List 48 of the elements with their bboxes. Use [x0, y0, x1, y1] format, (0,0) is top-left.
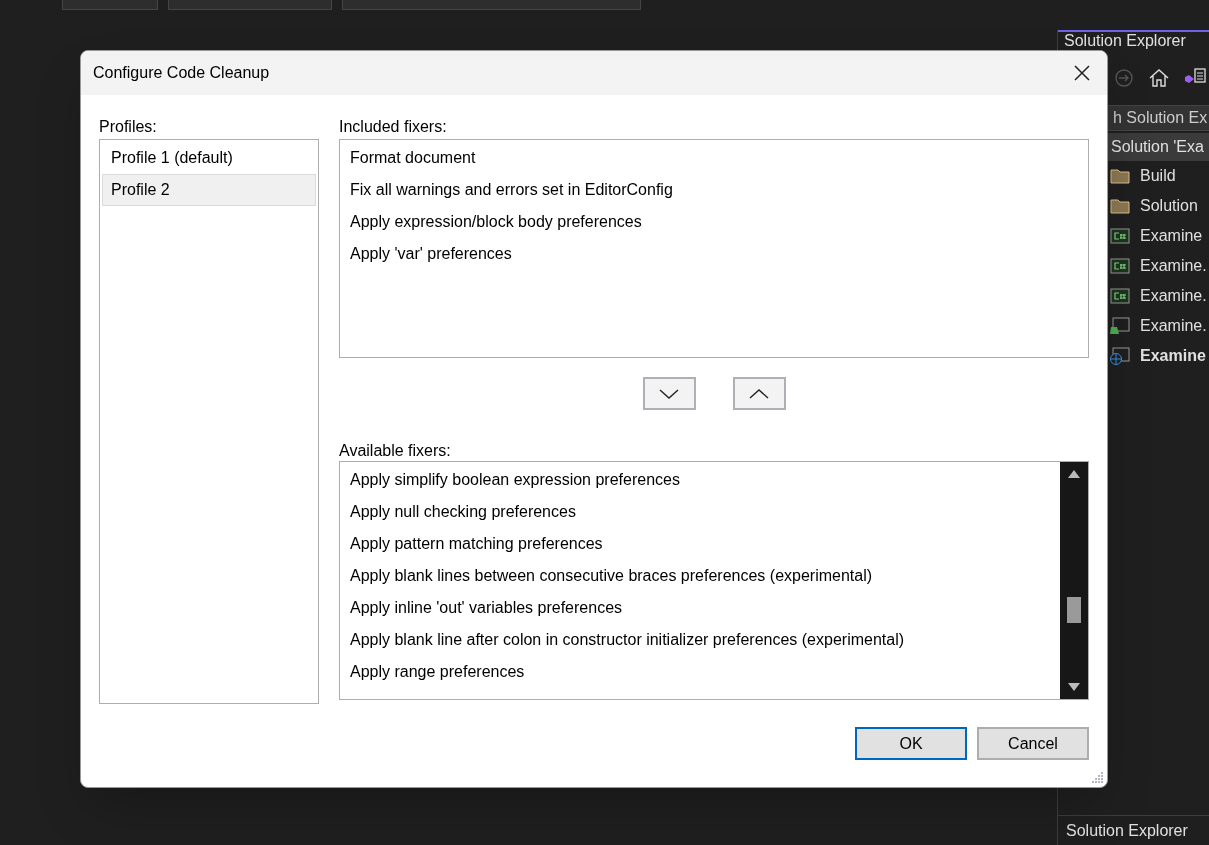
tree-item[interactable]: Examine: [1140, 224, 1203, 248]
fixer-item[interactable]: Apply simplify boolean expression preferences: [340, 464, 1060, 496]
chevron-up-icon: [749, 388, 769, 399]
tree-item[interactable]: Examine.: [1140, 284, 1207, 308]
tree-item[interactable]: Examine.: [1140, 254, 1207, 278]
chevron-down-icon: [659, 388, 679, 399]
toolbar-dropdown[interactable]: [62, 0, 158, 10]
toolbar-dropdown[interactable]: [342, 0, 641, 10]
resize-grip-icon[interactable]: [1090, 770, 1104, 784]
move-down-button[interactable]: [642, 377, 696, 410]
fixer-item[interactable]: Fix all warnings and errors set in EditorConfig: [340, 174, 1088, 206]
profile-item[interactable]: Profile 1 (default): [102, 142, 316, 174]
web-project-icon: [1110, 347, 1130, 365]
tree-item[interactable]: Build: [1140, 164, 1176, 188]
csharp-file-icon: [1110, 258, 1130, 274]
scroll-up-icon[interactable]: [1068, 470, 1080, 478]
tree-item[interactable]: Solution: [1140, 194, 1198, 218]
fixer-item[interactable]: Apply blank line after colon in constructor initializer preferences (experimental): [340, 624, 1060, 656]
fixer-item[interactable]: Apply blank lines between consecutive braces preferences (experimental): [340, 560, 1060, 592]
csharp-file-icon: [1110, 228, 1130, 244]
toolbar-dropdown[interactable]: [168, 0, 332, 10]
fixer-item[interactable]: Apply pattern matching preferences: [340, 528, 1060, 560]
test-project-icon: [1110, 317, 1130, 335]
fixer-item[interactable]: Apply inline 'out' variables preferences: [340, 592, 1060, 624]
dialog-button[interactable]: Cancel: [977, 727, 1089, 760]
scrollbar[interactable]: [1060, 462, 1088, 699]
fixer-item[interactable]: Apply range preferences: [340, 656, 1060, 688]
fixer-item[interactable]: Apply null checking preferences: [340, 496, 1060, 528]
dialog-button[interactable]: OK: [855, 727, 967, 760]
fixer-item[interactable]: Apply 'var' preferences: [340, 238, 1088, 270]
folder-icon: [1110, 168, 1130, 184]
scroll-down-icon[interactable]: [1068, 683, 1080, 691]
profile-item[interactable]: Profile 2: [102, 174, 316, 206]
forward-icon[interactable]: [1114, 68, 1134, 88]
list-label: Included fixers:: [339, 117, 448, 137]
tree-item[interactable]: Examine.: [1140, 314, 1207, 338]
panel-tab[interactable]: Solution Explorer: [1058, 815, 1209, 845]
home-icon[interactable]: [1148, 68, 1170, 88]
list-label: Available fixers:: [339, 441, 452, 461]
csharp-file-icon: [1110, 288, 1130, 304]
folder-icon: [1110, 198, 1130, 214]
fixer-item[interactable]: Apply expression/block body preferences: [340, 206, 1088, 238]
dialog-title: Configure Code Cleanup: [93, 63, 270, 83]
move-up-button[interactable]: [732, 377, 786, 410]
panel-title: Solution Explorer: [1063, 32, 1187, 51]
scrollbar-thumb[interactable]: [1067, 597, 1081, 623]
tree-item[interactable]: Examine: [1140, 344, 1206, 368]
list-label: Profiles:: [99, 117, 158, 137]
